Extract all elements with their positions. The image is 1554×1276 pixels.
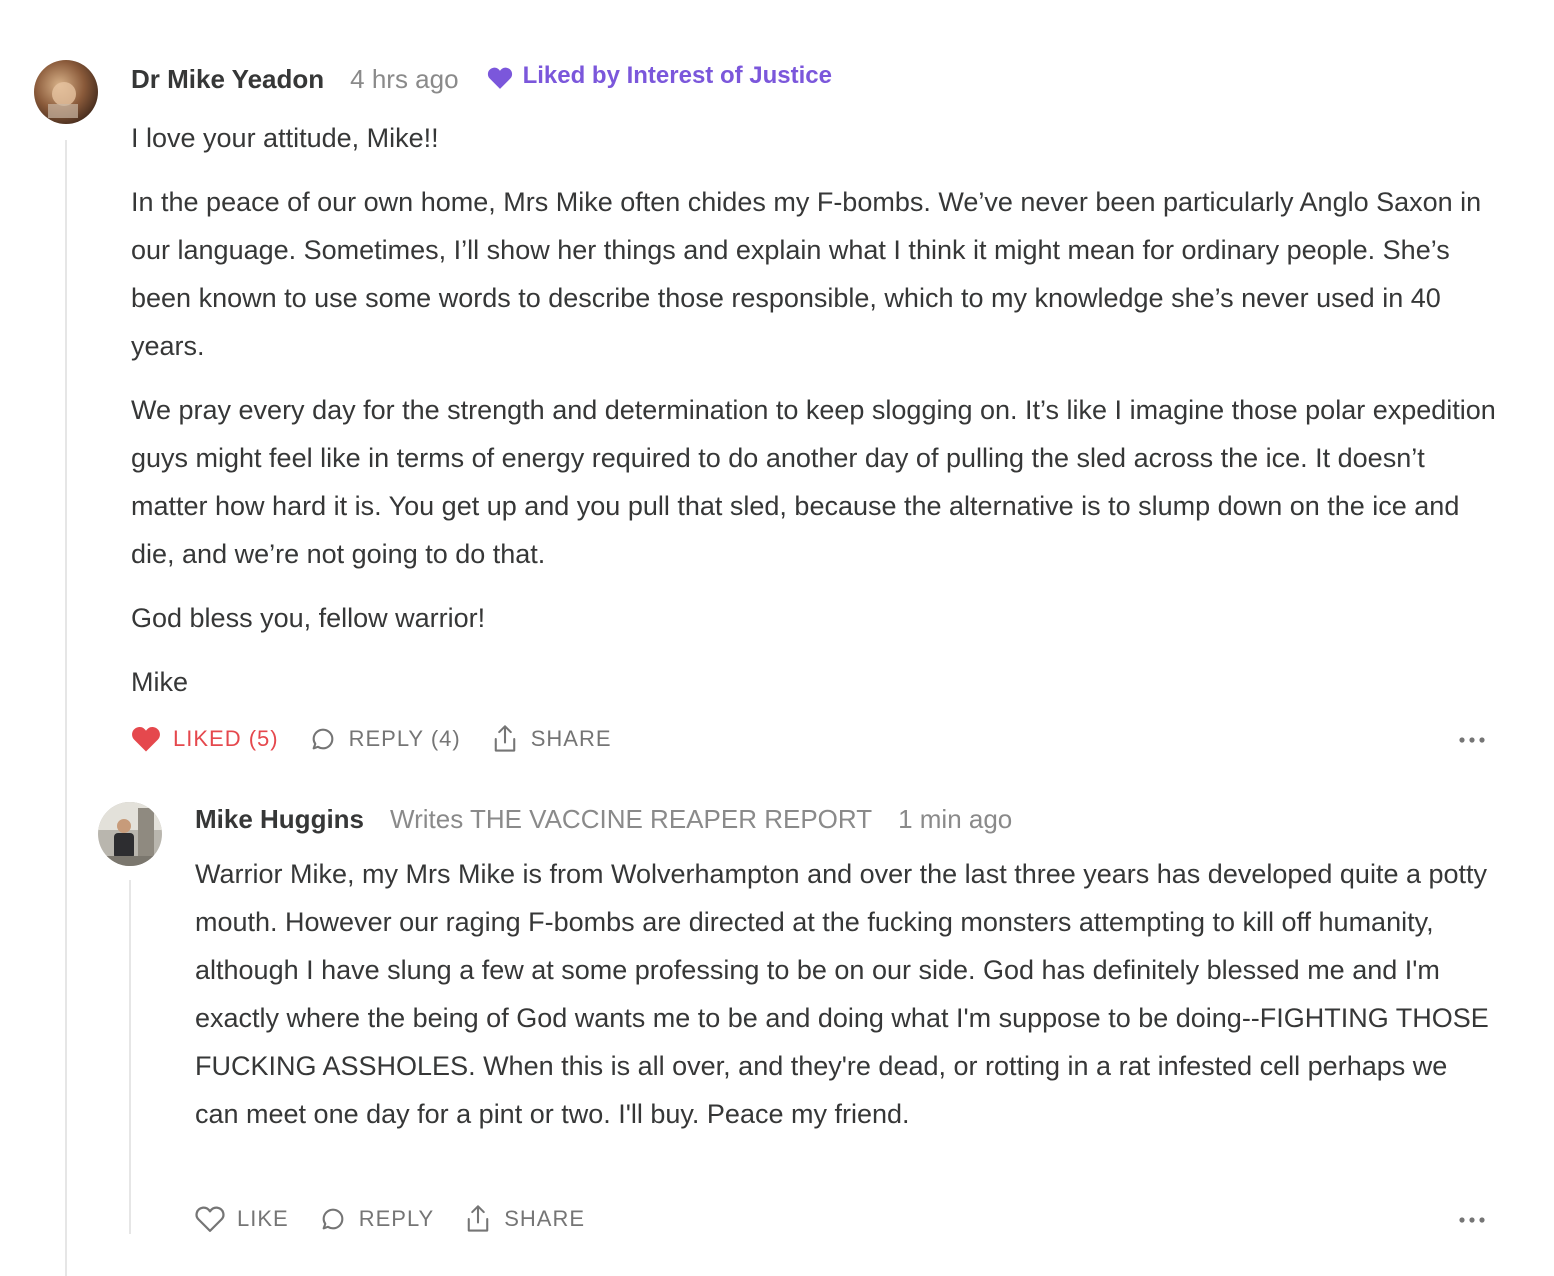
speech-bubble-icon xyxy=(322,1208,344,1230)
liked-by-text: Liked by Interest of Justice xyxy=(522,62,832,89)
reply-button[interactable]: REPLY (4) xyxy=(309,725,461,753)
share-label: SHARE xyxy=(504,1206,586,1231)
comment-paragraph: God bless you, fellow warrior! xyxy=(131,603,486,633)
like-label: LIKE xyxy=(237,1206,289,1231)
more-options-button[interactable] xyxy=(1458,730,1486,755)
thread-line-main xyxy=(65,140,67,1276)
reply-label: REPLY xyxy=(358,1206,435,1231)
comment-body-1: I love your attitude, Mike!! In the peac… xyxy=(131,114,1501,722)
comment-timestamp[interactable]: 4 hrs ago xyxy=(350,64,458,95)
share-upload-icon xyxy=(494,725,515,752)
comment-timestamp[interactable]: 1 min ago xyxy=(898,804,1012,835)
liked-by-badge: Liked by Interest of Justice xyxy=(487,62,832,90)
comment-header-2: Mike Huggins Writes THE VACCINE REAPER R… xyxy=(195,804,1012,835)
comment-paragraph: We pray every day for the strength and d… xyxy=(131,395,1496,569)
like-label: LIKED (5) xyxy=(173,726,279,751)
like-button[interactable]: LIKED (5) xyxy=(131,725,279,753)
share-upload-icon xyxy=(467,1205,489,1232)
heart-filled-icon xyxy=(487,67,512,89)
thread-line-reply xyxy=(129,880,131,1234)
avatar-mike-huggins[interactable] xyxy=(98,802,162,866)
comment-paragraph: Warrior Mike, my Mrs Mike is from Wolver… xyxy=(195,859,1489,1129)
comment-author[interactable]: Dr Mike Yeadon xyxy=(131,64,324,95)
comment-actions-2: LIKE REPLY SHARE xyxy=(195,1204,615,1234)
comment-author[interactable]: Mike Huggins xyxy=(195,804,364,835)
ellipsis-icon xyxy=(1459,1217,1485,1223)
reply-label: REPLY (4) xyxy=(348,726,461,751)
heart-filled-icon xyxy=(132,727,160,752)
comment-paragraph: I love your attitude, Mike!! xyxy=(131,123,439,153)
share-button[interactable]: SHARE xyxy=(464,1204,585,1234)
comment-header-1: Dr Mike Yeadon 4 hrs ago Liked by Intere… xyxy=(131,62,832,95)
reply-button[interactable]: REPLY xyxy=(319,1205,435,1233)
like-button[interactable]: LIKE xyxy=(195,1205,289,1233)
share-label: SHARE xyxy=(530,726,612,751)
author-publication[interactable]: Writes THE VACCINE REAPER REPORT xyxy=(390,804,872,835)
comment-body-2: Warrior Mike, my Mrs Mike is from Wolver… xyxy=(195,850,1495,1154)
share-button[interactable]: SHARE xyxy=(491,724,612,754)
comment-actions-1: LIKED (5) REPLY (4) SHARE xyxy=(131,724,642,754)
ellipsis-icon xyxy=(1459,737,1485,743)
comment-paragraph: In the peace of our own home, Mrs Mike o… xyxy=(131,187,1482,361)
avatar-dr-mike-yeadon[interactable] xyxy=(34,60,98,124)
speech-bubble-icon xyxy=(312,728,333,750)
heart-outline-icon xyxy=(195,1206,225,1232)
comment-paragraph: Mike xyxy=(131,667,189,697)
more-options-button[interactable] xyxy=(1458,1210,1486,1235)
